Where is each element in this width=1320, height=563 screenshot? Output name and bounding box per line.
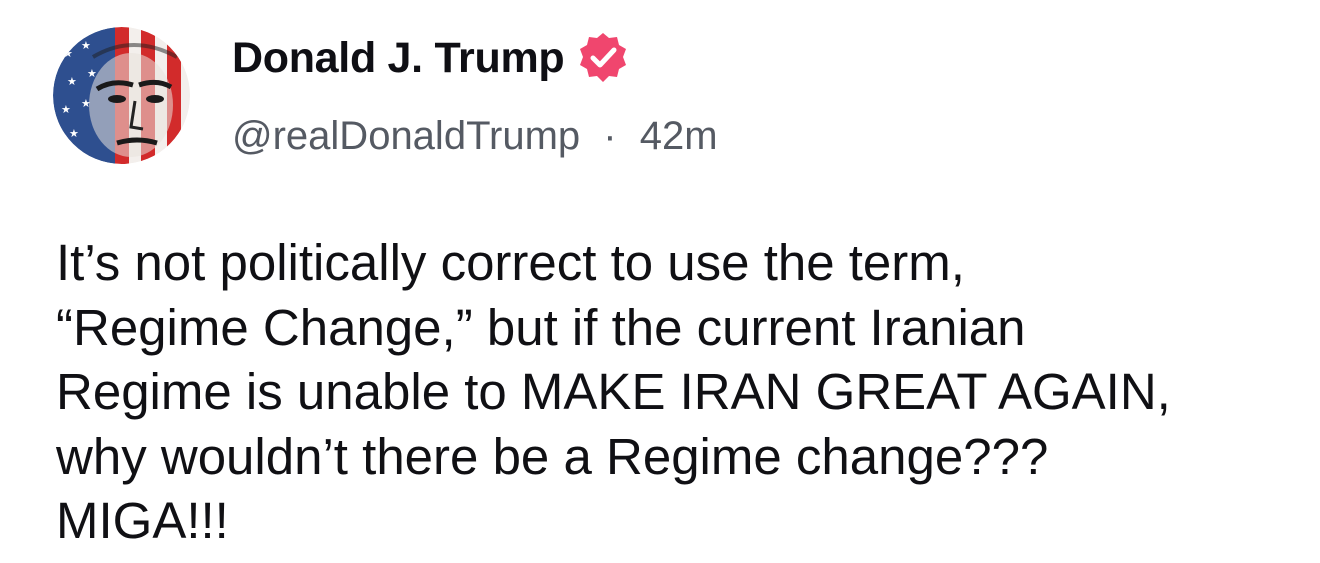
- svg-text:★: ★: [69, 127, 79, 140]
- svg-text:★: ★: [67, 75, 77, 88]
- svg-text:★: ★: [61, 103, 71, 116]
- social-post: ★ ★ ★ ★ ★ ★ ★ Donald J. Trump @realDonal…: [0, 0, 1320, 563]
- post-meta: @realDonaldTrump · 42m: [232, 114, 718, 159]
- svg-text:★: ★: [81, 39, 91, 52]
- svg-text:★: ★: [63, 47, 73, 60]
- post-body-line: MIGA!!!: [56, 492, 229, 549]
- author-handle[interactable]: @realDonaldTrump: [232, 114, 580, 158]
- post-body-line: why wouldn’t there be a Regime change???: [56, 427, 1049, 485]
- post-timestamp[interactable]: 42m: [640, 114, 718, 158]
- verified-badge-icon: [576, 31, 630, 85]
- avatar[interactable]: ★ ★ ★ ★ ★ ★ ★: [53, 27, 190, 164]
- post-body-line: It’s not politically correct to use the …: [56, 234, 965, 291]
- avatar-portrait-icon: ★ ★ ★ ★ ★ ★ ★: [53, 27, 190, 164]
- meta-separator: ·: [603, 114, 617, 158]
- author-display-name[interactable]: Donald J. Trump: [232, 34, 565, 83]
- post-body-line: Regime is unable to MAKE IRAN GREAT AGAI…: [56, 363, 1171, 420]
- post-body: It’s not politically correct to use the …: [56, 231, 1276, 554]
- post-body-line: “Regime Change,” but if the current Iran…: [56, 298, 1026, 356]
- author-name-row: Donald J. Trump: [232, 30, 630, 86]
